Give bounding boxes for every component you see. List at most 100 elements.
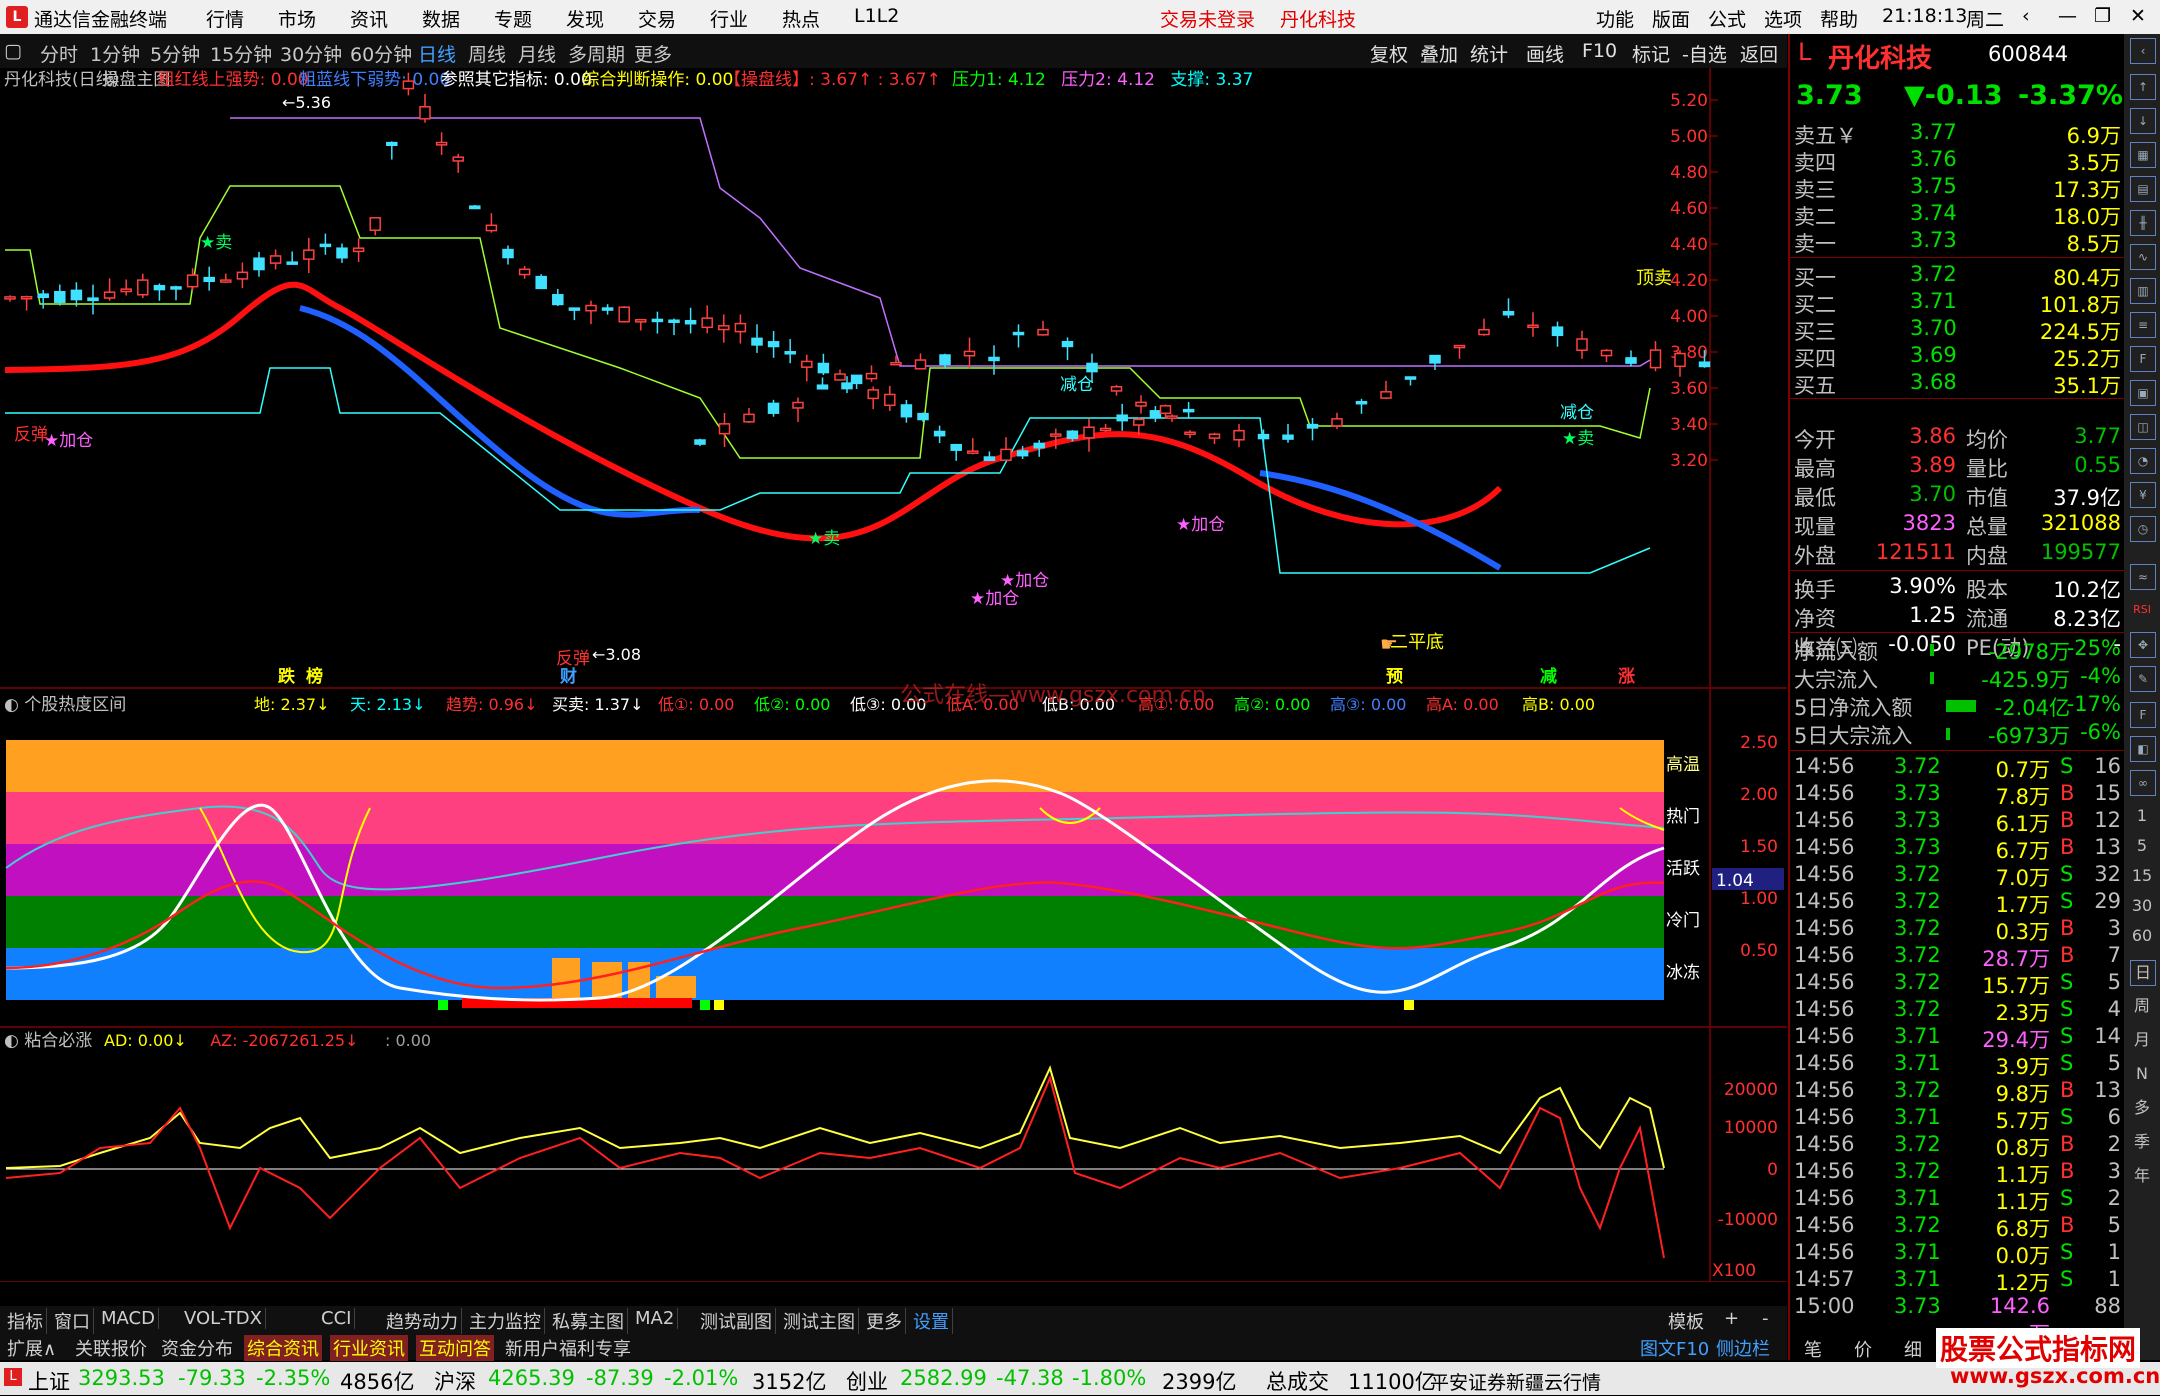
- cy-label[interactable]: 创业: [846, 1366, 888, 1396]
- minimize-icon[interactable]: —: [2058, 5, 2077, 27]
- clock-icon[interactable]: ◷: [2130, 516, 2156, 542]
- rsi-icon[interactable]: RSI: [2130, 598, 2154, 622]
- chart-area[interactable]: 丹化科技(日线) 操盘主图 粗红线上强势: 0.00 粗蓝线下弱势: 0.00 参照其它…: [0, 68, 1787, 1307]
- indicator-tab[interactable]: 主力监控: [466, 1308, 545, 1334]
- panel-tab[interactable]: 价: [1854, 1336, 1872, 1362]
- f-icon[interactable]: F: [2130, 702, 2156, 728]
- pie-icon[interactable]: ◔: [2130, 448, 2156, 474]
- move-icon[interactable]: ✥: [2130, 632, 2156, 658]
- indicator-tab[interactable]: 窗口: [51, 1308, 94, 1334]
- indicator-tab[interactable]: 趋势动力: [383, 1308, 462, 1334]
- wave-icon[interactable]: ≈: [2130, 564, 2156, 590]
- menu-industry[interactable]: 行业: [710, 5, 748, 32]
- login-status[interactable]: 交易未登录: [1160, 5, 1255, 32]
- back-icon[interactable]: ‹: [2022, 5, 2030, 27]
- panel-tab[interactable]: 笔: [1804, 1336, 1822, 1362]
- link-icon[interactable]: ∞: [2130, 770, 2156, 796]
- table-icon[interactable]: ▤: [2130, 176, 2156, 202]
- indicator-tab[interactable]: 私募主图: [549, 1308, 628, 1334]
- period-30-icon[interactable]: 30: [2130, 894, 2154, 918]
- tab-weekly[interactable]: 周线: [468, 40, 506, 67]
- extension-tab[interactable]: 综合资讯: [244, 1335, 322, 1361]
- menu-help[interactable]: 帮助: [1820, 5, 1858, 32]
- menu-trade[interactable]: 交易: [638, 5, 676, 32]
- tab-multi-period[interactable]: 多周期: [568, 40, 625, 67]
- indicator-tab[interactable]: VOL-TDX: [181, 1308, 266, 1329]
- f10-button[interactable]: F10: [1582, 40, 1617, 62]
- expand-icon[interactable]: ‹: [2130, 38, 2156, 64]
- menu-formula[interactable]: 公式: [1708, 5, 1746, 32]
- menu-topics[interactable]: 专题: [494, 5, 532, 32]
- arrow-up-icon[interactable]: ↑: [2130, 74, 2156, 100]
- extension-tab[interactable]: 行业资讯: [330, 1335, 408, 1361]
- template-control[interactable]: +: [1724, 1308, 1739, 1329]
- extension-tab[interactable]: 扩展∧: [4, 1335, 59, 1361]
- close-icon[interactable]: ✕: [2130, 5, 2146, 27]
- period-1-icon[interactable]: 1: [2130, 804, 2154, 828]
- period-15-icon[interactable]: 15: [2130, 864, 2154, 888]
- indicator-tab[interactable]: 设置: [910, 1308, 953, 1334]
- fund-icon[interactable]: ¥: [2130, 482, 2156, 508]
- kline-icon[interactable]: ╫: [2130, 210, 2156, 236]
- tab-intraday[interactable]: 分时: [40, 40, 78, 67]
- bars-icon[interactable]: ▥: [2130, 278, 2156, 304]
- template-control[interactable]: 模板: [1668, 1308, 1704, 1334]
- period-60-icon[interactable]: 60: [2130, 924, 2154, 948]
- indicator-tab[interactable]: MA2: [632, 1308, 679, 1329]
- stats-button[interactable]: 统计: [1470, 40, 1508, 67]
- grid-icon[interactable]: ▦: [2130, 142, 2156, 168]
- tab-monthly[interactable]: 月线: [518, 40, 556, 67]
- back-button[interactable]: 返回: [1740, 40, 1778, 67]
- pen-icon[interactable]: ✎: [2130, 666, 2156, 692]
- trend-icon[interactable]: ∿: [2130, 244, 2156, 270]
- period-quarter-icon[interactable]: 季: [2130, 1130, 2154, 1154]
- period-month-icon[interactable]: 月: [2130, 1028, 2154, 1052]
- tab-daily[interactable]: 日线: [418, 40, 456, 67]
- period-n-icon[interactable]: N: [2130, 1062, 2154, 1086]
- adjust-button[interactable]: 复权: [1370, 40, 1408, 67]
- menu-info[interactable]: 资讯: [350, 5, 388, 32]
- menu-quotes[interactable]: 行情: [206, 5, 244, 32]
- menu-function[interactable]: 功能: [1596, 5, 1634, 32]
- indicator-tab[interactable]: 指标: [4, 1308, 47, 1334]
- extension-tab[interactable]: 关联报价: [72, 1335, 150, 1361]
- list-icon[interactable]: ≡: [2130, 312, 2156, 338]
- tab-1min[interactable]: 1分钟: [90, 40, 140, 67]
- period-multi-icon[interactable]: 多: [2130, 1096, 2154, 1120]
- template-control[interactable]: -: [1762, 1308, 1769, 1329]
- collapse-icon[interactable]: ▢: [4, 40, 22, 62]
- menu-layout[interactable]: 版面: [1652, 5, 1690, 32]
- tab-60min[interactable]: 60分钟: [350, 40, 412, 67]
- panel-tab[interactable]: 细: [1904, 1336, 1922, 1362]
- watchlist-button[interactable]: -自选: [1682, 40, 1727, 67]
- extension-tab[interactable]: 资金分布: [158, 1335, 236, 1361]
- period-5-icon[interactable]: 5: [2130, 834, 2154, 858]
- doc-icon[interactable]: ▣: [2130, 380, 2156, 406]
- f10-icon[interactable]: F: [2130, 346, 2156, 372]
- menu-hot[interactable]: 热点: [782, 5, 820, 32]
- tab-15min[interactable]: 15分钟: [210, 40, 272, 67]
- sh-label[interactable]: 上证: [28, 1366, 70, 1396]
- tick-list[interactable]: 14:56 3.72 0.7万 S 16 14:56 3.73 7.8万 B 15 14:56 3.7…: [1790, 750, 2125, 1360]
- period-week-icon[interactable]: 周: [2130, 994, 2154, 1018]
- overlay-button[interactable]: 叠加: [1420, 40, 1458, 67]
- extension-tab[interactable]: 互动问答: [416, 1335, 494, 1361]
- mark-button[interactable]: 标记: [1632, 40, 1670, 67]
- arrow-down-icon[interactable]: ↓: [2130, 108, 2156, 134]
- period-year-icon[interactable]: 年: [2130, 1164, 2154, 1188]
- extension-tab[interactable]: 新用户福利专享: [502, 1335, 634, 1361]
- indicator-tab[interactable]: 更多: [863, 1308, 906, 1334]
- indicator-tab[interactable]: 测试主图: [780, 1308, 859, 1334]
- menu-data[interactable]: 数据: [422, 5, 460, 32]
- tab-5min[interactable]: 5分钟: [150, 40, 200, 67]
- menu-l1l2[interactable]: L1L2: [854, 5, 899, 27]
- restore-icon[interactable]: ❐: [2094, 5, 2111, 27]
- menu-options[interactable]: 选项: [1764, 5, 1802, 32]
- tab-more[interactable]: 更多: [634, 40, 672, 67]
- tab-30min[interactable]: 30分钟: [280, 40, 342, 67]
- indicator-tab[interactable]: CCI: [318, 1308, 356, 1329]
- hs-label[interactable]: 沪深: [434, 1366, 476, 1396]
- menu-market[interactable]: 市场: [278, 5, 316, 32]
- f10-tab[interactable]: 图文F10: [1640, 1335, 1709, 1361]
- menu-discover[interactable]: 发现: [566, 5, 604, 32]
